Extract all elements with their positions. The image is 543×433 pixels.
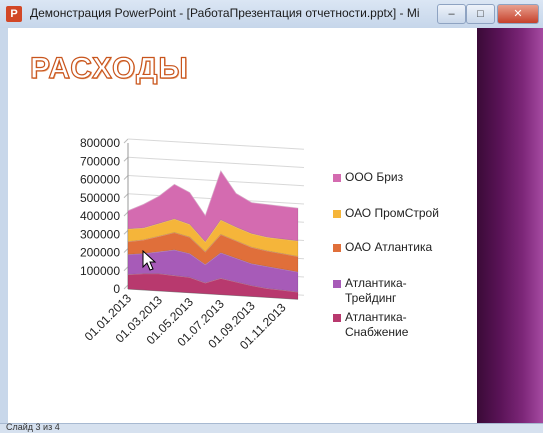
gridline <box>123 211 129 217</box>
mouse-cursor-icon <box>142 250 157 271</box>
legend-swatch <box>333 314 341 322</box>
gridline <box>127 156 305 168</box>
y-tick-label: 300000 <box>80 227 120 241</box>
y-tick-label: 400000 <box>80 209 120 223</box>
gridline <box>123 229 129 235</box>
y-tick-label: 700000 <box>80 154 120 168</box>
legend-swatch <box>333 174 341 182</box>
gridline <box>123 284 129 290</box>
status-text: Слайд 3 из 4 <box>6 422 60 432</box>
legend-swatch <box>333 210 341 218</box>
legend-swatch <box>333 280 341 288</box>
gridline <box>123 193 129 199</box>
gridline <box>123 248 129 253</box>
legend-swatch <box>333 244 341 252</box>
gridline <box>123 156 129 162</box>
y-tick-label: 600000 <box>80 173 120 187</box>
y-tick-label: 100000 <box>80 264 120 278</box>
legend-label: ООО Бриз <box>345 170 404 184</box>
expenses-chart: 0 100000 200000 300000 400000 500000 600000 700… <box>80 136 305 352</box>
y-tick-label: 800000 <box>80 136 120 150</box>
y-tick-label: 500000 <box>80 191 120 205</box>
gridline <box>123 175 129 180</box>
gridline <box>123 266 129 272</box>
y-tick-label: 200000 <box>80 246 120 260</box>
legend-label: Атлантика- Трейдинг <box>345 276 407 305</box>
gridline <box>123 138 129 144</box>
legend-label: ОАО ПромСтрой <box>345 206 439 220</box>
y-tick-label: 0 <box>113 282 120 296</box>
gridline <box>127 138 305 150</box>
legend-label: Атлантика- Снабжение <box>345 310 409 339</box>
legend-label: ОАО Атлантика <box>345 240 433 254</box>
